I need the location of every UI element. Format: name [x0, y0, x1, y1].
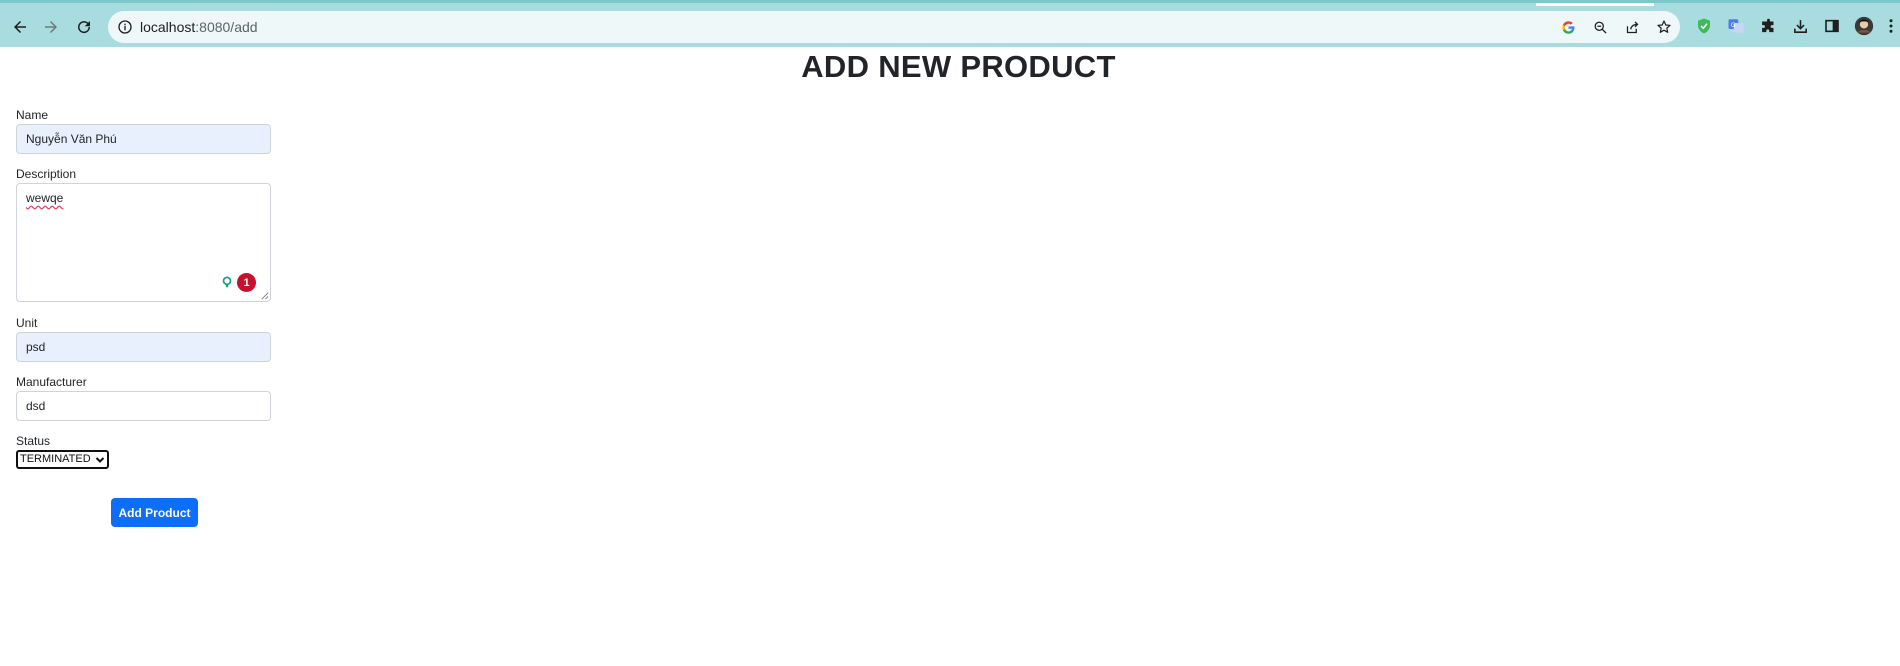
share-icon[interactable] [1624, 19, 1640, 35]
translate-extension-icon[interactable]: G [1726, 16, 1746, 36]
grammar-bulb-icon[interactable] [219, 274, 235, 290]
reload-button[interactable] [69, 12, 99, 42]
resize-grip-icon[interactable] [260, 291, 269, 300]
tab-strip-edge [1536, 3, 1654, 6]
chevron-down-icon [95, 456, 105, 463]
bookmark-star-icon[interactable] [1656, 19, 1672, 35]
manufacturer-label: Manufacturer [16, 375, 87, 389]
unit-label: Unit [16, 316, 38, 330]
status-selected-value: TERMINATED [20, 453, 91, 465]
name-input[interactable]: Nguyễn Văn Phú [16, 124, 271, 154]
menu-kebab-icon[interactable] [1884, 16, 1898, 36]
url-text[interactable]: localhost:8080/add [140, 19, 258, 35]
status-label: Status [16, 434, 51, 448]
download-icon[interactable] [1790, 16, 1810, 36]
browser-toolbar: localhost:8080/add G [0, 0, 1900, 47]
add-product-button[interactable]: Add Product [111, 498, 198, 527]
description-label: Description [16, 167, 77, 181]
profile-avatar[interactable] [1854, 16, 1874, 36]
forward-button[interactable] [36, 12, 66, 42]
side-panel-icon[interactable] [1822, 16, 1842, 36]
back-button[interactable] [5, 12, 35, 42]
back-icon [14, 21, 26, 33]
shield-extension-icon[interactable] [1694, 16, 1714, 36]
extensions-puzzle-icon[interactable] [1758, 16, 1778, 36]
unit-input[interactable]: psd [16, 332, 271, 362]
svg-text:G: G [1731, 22, 1736, 29]
google-lens-icon[interactable] [1560, 19, 1576, 35]
zoom-icon[interactable] [1592, 19, 1608, 35]
manufacturer-input[interactable]: dsd [16, 391, 271, 421]
description-text: wewqe [26, 191, 64, 205]
address-bar[interactable]: localhost:8080/add [108, 11, 1680, 43]
page-title: ADD NEW PRODUCT [801, 49, 1116, 84]
reload-icon [78, 21, 91, 34]
name-label: Name [16, 108, 49, 122]
grammar-issue-badge[interactable]: 1 [237, 273, 256, 292]
site-info-icon[interactable] [117, 19, 133, 35]
status-select[interactable]: TERMINATED [16, 450, 109, 469]
forward-icon [45, 21, 57, 33]
